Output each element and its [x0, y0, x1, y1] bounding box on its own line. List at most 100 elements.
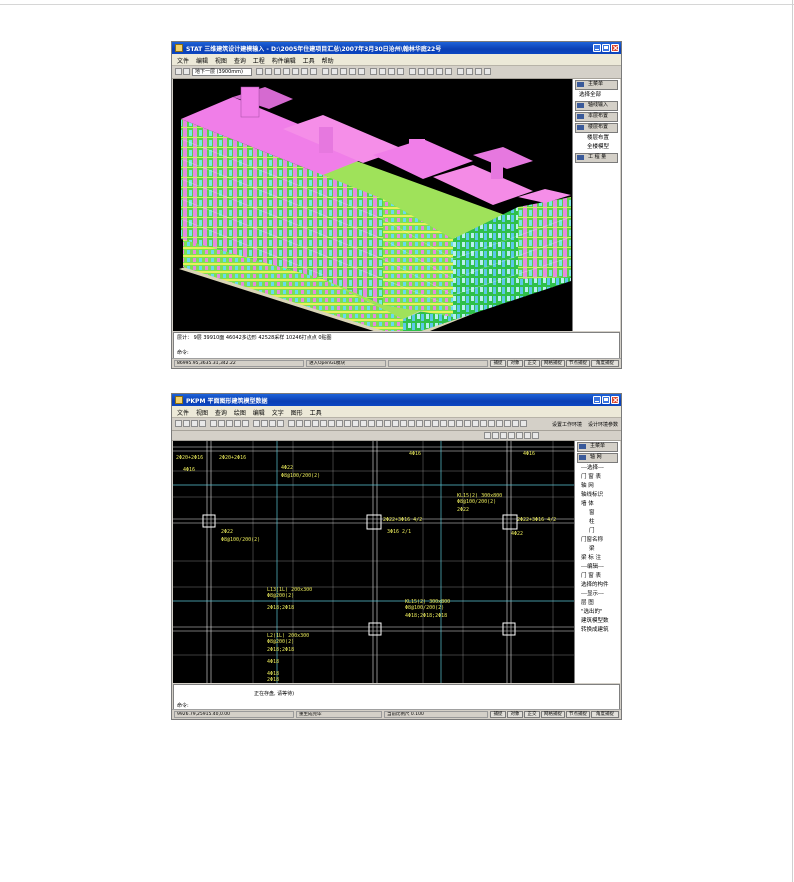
print-icon[interactable]: [199, 420, 206, 427]
select-all-item[interactable]: 选择全部: [573, 91, 620, 100]
line-icon[interactable]: [253, 420, 260, 427]
print-icon[interactable]: [183, 68, 190, 75]
zoom-in-icon[interactable]: [210, 420, 217, 427]
slab-icon[interactable]: [445, 68, 452, 75]
save-icon[interactable]: [175, 68, 182, 75]
explode-icon[interactable]: [400, 420, 407, 427]
column-icon[interactable]: [418, 68, 425, 75]
rotate-icon[interactable]: [304, 420, 311, 427]
pan-icon[interactable]: [349, 68, 356, 75]
cube-icon[interactable]: [370, 68, 377, 75]
help-icon[interactable]: [520, 420, 527, 427]
zoom-all-icon[interactable]: [358, 68, 365, 75]
render-icon[interactable]: [388, 68, 395, 75]
new-icon[interactable]: [175, 420, 182, 427]
door-window-table-edit-item[interactable]: 门 窗 表: [575, 572, 620, 581]
measure-icon[interactable]: [448, 420, 455, 427]
menu-tools[interactable]: 工具: [303, 56, 315, 65]
beam-icon[interactable]: [427, 68, 434, 75]
selected-components-item[interactable]: 选择的构件: [575, 581, 620, 590]
person-icon[interactable]: [475, 68, 482, 75]
menu-component-edit[interactable]: 构件编辑: [272, 56, 296, 65]
axis-mark-item[interactable]: 轴线标识: [575, 491, 620, 500]
convert-building-item[interactable]: 转换成建筑: [575, 626, 620, 635]
close-button[interactable]: [611, 44, 619, 52]
move-icon[interactable]: [301, 68, 308, 75]
zoom-window-icon[interactable]: [226, 420, 233, 427]
selected-quoted-item[interactable]: "选出的": [575, 608, 620, 617]
zoom-window-icon[interactable]: [340, 68, 347, 75]
wall-item[interactable]: 墙 体: [575, 500, 620, 509]
node-snap-toggle[interactable]: 节点捕捉: [566, 360, 590, 367]
storey-layout-item[interactable]: 楼层布置: [573, 134, 620, 143]
plan-drawing-area[interactable]: 2Φ20+2Φ16 2Φ20+2Φ16 4Φ16 4Φ22 Φ8@100/200…: [173, 441, 577, 683]
select-icon[interactable]: [409, 68, 416, 75]
layer-icon[interactable]: [424, 420, 431, 427]
circle-icon[interactable]: [352, 420, 359, 427]
snap-toggle[interactable]: 捕捉: [490, 711, 506, 718]
main-menu-button[interactable]: 主菜单: [577, 442, 618, 452]
rotate-icon[interactable]: [379, 68, 386, 75]
design-params-button[interactable]: 设计环境参数: [588, 421, 618, 428]
offset-icon[interactable]: [336, 420, 343, 427]
door-window-table-item[interactable]: 门 窗 表: [575, 473, 620, 482]
check-icon[interactable]: [496, 420, 503, 427]
maximize-button[interactable]: [602, 396, 610, 404]
menu-graphics[interactable]: 图形: [291, 408, 303, 417]
properties-icon[interactable]: [432, 420, 439, 427]
layer-select-icon[interactable]: [484, 432, 491, 439]
grid-icon[interactable]: [283, 68, 290, 75]
block-icon[interactable]: [456, 420, 463, 427]
menu-project[interactable]: 工程: [253, 56, 265, 65]
object-toggle[interactable]: 对象: [507, 360, 523, 367]
minimize-button[interactable]: [593, 44, 601, 52]
menu-file[interactable]: 文件: [177, 408, 189, 417]
menu-draw[interactable]: 绘图: [234, 408, 246, 417]
linetype-icon[interactable]: [500, 432, 507, 439]
layer-icon[interactable]: [397, 68, 404, 75]
door-window-name-item[interactable]: 门窗名称: [575, 536, 620, 545]
pencil-icon[interactable]: [504, 420, 511, 427]
snap-toggle[interactable]: 捕捉: [490, 360, 506, 367]
redo-icon[interactable]: [277, 420, 284, 427]
polyline-icon[interactable]: [261, 420, 268, 427]
menu-edit[interactable]: 编辑: [253, 408, 265, 417]
color-icon[interactable]: [492, 432, 499, 439]
text-icon[interactable]: [368, 420, 375, 427]
beam-annotation-item[interactable]: 梁 标 注: [575, 554, 620, 563]
match-icon[interactable]: [440, 420, 447, 427]
move-icon[interactable]: [288, 420, 295, 427]
zoom-out-icon[interactable]: [218, 420, 225, 427]
axis-input-button[interactable]: 轴线输入: [575, 101, 618, 111]
quantity-button[interactable]: 工 程 量: [575, 153, 618, 163]
beam-item[interactable]: 梁: [575, 545, 620, 554]
fillet-icon[interactable]: [408, 420, 415, 427]
pan-icon[interactable]: [234, 420, 241, 427]
menu-view[interactable]: 视图: [196, 408, 208, 417]
settings-icon[interactable]: [484, 68, 491, 75]
ellipse-icon[interactable]: [488, 420, 495, 427]
lineweight-icon[interactable]: [508, 432, 515, 439]
menu-file[interactable]: 文件: [177, 56, 189, 65]
ortho-toggle[interactable]: 正交: [524, 711, 540, 718]
menu-edit[interactable]: 编辑: [196, 56, 208, 65]
menu-query[interactable]: 查询: [234, 56, 246, 65]
menu-view[interactable]: 视图: [215, 56, 227, 65]
3d-viewport[interactable]: [173, 79, 573, 331]
chamfer-icon[interactable]: [416, 420, 423, 427]
full-model-item[interactable]: 全楼模型: [573, 143, 620, 152]
angle-snap-toggle[interactable]: 角度捕捉: [591, 711, 619, 718]
extend-icon[interactable]: [328, 420, 335, 427]
chart-icon[interactable]: [457, 68, 464, 75]
undo-icon[interactable]: [269, 420, 276, 427]
spline-icon[interactable]: [480, 420, 487, 427]
building-model-item[interactable]: 建筑模型数: [575, 617, 620, 626]
menu-query[interactable]: 查询: [215, 408, 227, 417]
axis-grid-item[interactable]: 轴 网: [575, 482, 620, 491]
zoom-in-icon[interactable]: [322, 68, 329, 75]
object-toggle[interactable]: 对象: [507, 711, 523, 718]
copy-icon[interactable]: [296, 420, 303, 427]
polygon-icon[interactable]: [472, 420, 479, 427]
command-area[interactable]: 正在存盘, 请等待) 命令:: [173, 684, 620, 710]
lock-icon[interactable]: [524, 432, 531, 439]
